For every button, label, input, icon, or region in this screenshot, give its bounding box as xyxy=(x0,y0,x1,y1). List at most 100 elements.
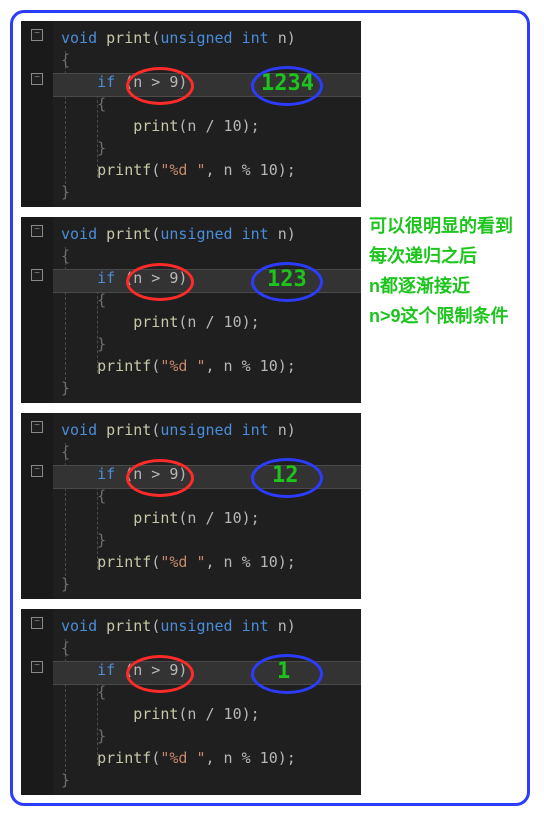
keyword-void: void xyxy=(61,617,97,635)
param-n: n xyxy=(278,421,287,439)
fold-icon[interactable]: − xyxy=(31,661,43,673)
code: void print(unsigned int n) { if (n > 9) … xyxy=(61,419,355,595)
param-n: n xyxy=(278,29,287,47)
brace: { xyxy=(97,487,106,505)
keyword-unsigned: unsigned xyxy=(160,29,232,47)
keyword-int: int xyxy=(242,29,269,47)
brace: } xyxy=(97,139,106,157)
paren: ( xyxy=(151,617,160,635)
paren: ( xyxy=(151,225,160,243)
brace: { xyxy=(61,247,70,265)
brace: } xyxy=(97,727,106,745)
gutter xyxy=(21,413,53,599)
explanation-line: n>9这个限制条件 xyxy=(369,301,519,331)
brace: } xyxy=(61,183,70,201)
brace: { xyxy=(97,683,106,701)
gutter xyxy=(21,21,53,207)
paren: ( xyxy=(151,357,160,375)
param-n: n xyxy=(278,617,287,635)
n-value-badge: 1 xyxy=(277,659,290,684)
paren: ) xyxy=(287,617,296,635)
fn-call: print xyxy=(133,313,178,331)
code-panel-3: − − void print(unsigned int n) { if (n >… xyxy=(21,413,361,599)
code-panel-2: − − void print(unsigned int n) { if (n >… xyxy=(21,217,361,403)
brace: { xyxy=(61,51,70,69)
fold-icon[interactable]: − xyxy=(31,617,43,629)
keyword-unsigned: unsigned xyxy=(160,421,232,439)
keyword-if: if xyxy=(97,465,115,483)
keyword-void: void xyxy=(61,421,97,439)
keyword-if: if xyxy=(97,661,115,679)
keyword-void: void xyxy=(61,29,97,47)
call-args: (n / 10); xyxy=(178,705,259,723)
code: void print(unsigned int n) { if (n > 9) … xyxy=(61,27,355,203)
format-string: "%d " xyxy=(160,161,205,179)
code-panels-column: − − void print(unsigned int n) { if (n >… xyxy=(21,21,361,795)
explanation-line: n都逐渐接近 xyxy=(369,271,519,301)
brace: { xyxy=(61,639,70,657)
keyword-unsigned: unsigned xyxy=(160,617,232,635)
gutter xyxy=(21,609,53,795)
brace: { xyxy=(97,95,106,113)
keyword-int: int xyxy=(242,225,269,243)
n-value-badge: 12 xyxy=(272,463,299,488)
paren: ( xyxy=(151,161,160,179)
condition-highlight-circle xyxy=(126,263,194,301)
keyword-unsigned: unsigned xyxy=(160,225,232,243)
fn-name: print xyxy=(106,29,151,47)
figure-frame: − − void print(unsigned int n) { if (n >… xyxy=(10,10,530,806)
paren: ( xyxy=(151,749,160,767)
call-args: (n / 10); xyxy=(178,313,259,331)
code: void print(unsigned int n) { if (n > 9) … xyxy=(61,615,355,791)
condition-highlight-circle xyxy=(126,459,194,497)
printf-rest: , n % 10); xyxy=(206,357,296,375)
explanation-line: 每次递归之后 xyxy=(369,241,519,271)
brace: } xyxy=(97,531,106,549)
fold-icon[interactable]: − xyxy=(31,73,43,85)
fold-icon[interactable]: − xyxy=(31,421,43,433)
paren: ( xyxy=(151,553,160,571)
format-string: "%d " xyxy=(160,553,205,571)
format-string: "%d " xyxy=(160,357,205,375)
explanation-text: 可以很明显的看到 每次递归之后 n都逐渐接近 n>9这个限制条件 xyxy=(369,211,519,331)
call-args: (n / 10); xyxy=(178,509,259,527)
fn-printf: printf xyxy=(97,357,151,375)
keyword-int: int xyxy=(242,421,269,439)
condition-highlight-circle xyxy=(126,67,194,105)
brace: { xyxy=(61,443,70,461)
fn-call: print xyxy=(133,705,178,723)
brace: } xyxy=(61,575,70,593)
param-n: n xyxy=(278,225,287,243)
fn-name: print xyxy=(106,617,151,635)
fold-icon[interactable]: − xyxy=(31,29,43,41)
fn-name: print xyxy=(106,225,151,243)
brace: } xyxy=(97,335,106,353)
n-value-badge: 1234 xyxy=(261,71,314,96)
paren: ( xyxy=(151,29,160,47)
explanation-line: 可以很明显的看到 xyxy=(369,211,519,241)
brace: } xyxy=(61,379,70,397)
code: void print(unsigned int n) { if (n > 9) … xyxy=(61,223,355,399)
fn-printf: printf xyxy=(97,749,151,767)
printf-rest: , n % 10); xyxy=(206,749,296,767)
paren: ) xyxy=(287,29,296,47)
paren: ( xyxy=(151,421,160,439)
fn-call: print xyxy=(133,509,178,527)
printf-rest: , n % 10); xyxy=(206,161,296,179)
fn-call: print xyxy=(133,117,178,135)
brace: } xyxy=(61,771,70,789)
fold-icon[interactable]: − xyxy=(31,225,43,237)
fold-icon[interactable]: − xyxy=(31,465,43,477)
fold-icon[interactable]: − xyxy=(31,269,43,281)
condition-highlight-circle xyxy=(126,655,194,693)
keyword-void: void xyxy=(61,225,97,243)
brace: { xyxy=(97,291,106,309)
fn-name: print xyxy=(106,421,151,439)
n-value-badge: 123 xyxy=(267,267,307,292)
keyword-if: if xyxy=(97,73,115,91)
fn-printf: printf xyxy=(97,553,151,571)
code-panel-4: − − void print(unsigned int n) { if (n >… xyxy=(21,609,361,795)
keyword-if: if xyxy=(97,269,115,287)
code-panel-1: − − void print(unsigned int n) { if (n >… xyxy=(21,21,361,207)
keyword-int: int xyxy=(242,617,269,635)
